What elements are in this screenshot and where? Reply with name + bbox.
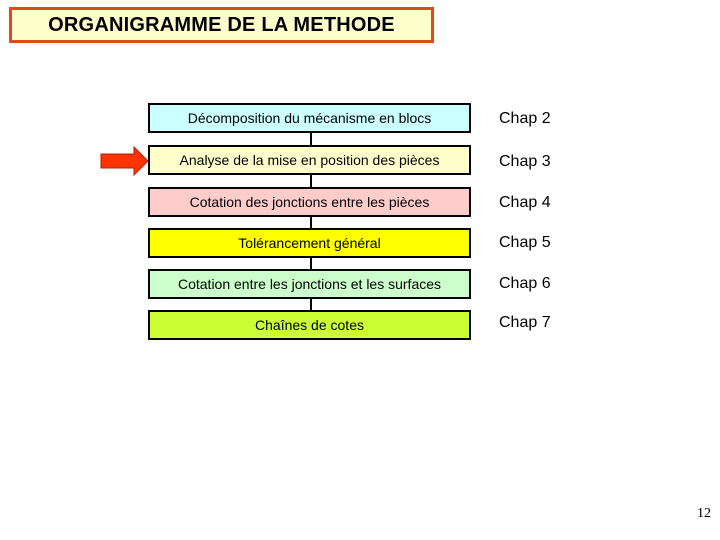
step-label: Cotation entre les jonctions et les surf… — [177, 276, 442, 292]
step-label: Tolérancement général — [238, 235, 381, 251]
chapter-label: Chap 6 — [499, 275, 551, 292]
connector-line — [310, 299, 312, 310]
connector-line — [310, 175, 312, 187]
chapter-label: Chap 5 — [499, 234, 551, 251]
step-box-decomposition: Décomposition du mécanisme en blocs — [148, 103, 471, 133]
page-number: 12 — [697, 506, 711, 521]
step-box-analyse: Analyse de la mise en position des pièce… — [148, 145, 471, 175]
step-box-cotation-jonctions: Cotation des jonctions entre les pièces — [148, 187, 471, 217]
step-label: Analyse de la mise en position des pièce… — [179, 152, 440, 168]
step-box-chaines-cotes: Chaînes de cotes — [148, 310, 471, 340]
step-label: Cotation des jonctions entre les pièces — [189, 194, 430, 210]
step-box-tolerancement: Tolérancement général — [148, 228, 471, 258]
chapter-label: Chap 4 — [499, 194, 551, 211]
connector-line — [310, 258, 312, 269]
chapter-label: Chap 3 — [499, 153, 551, 170]
step-label: Chaînes de cotes — [255, 317, 364, 333]
chapter-label: Chap 7 — [499, 314, 551, 331]
step-label: Décomposition du mécanisme en blocs — [187, 110, 432, 126]
chapter-label: Chap 2 — [499, 110, 551, 127]
connector-line — [310, 217, 312, 228]
step-box-cotation-surfaces: Cotation entre les jonctions et les surf… — [148, 269, 471, 299]
arrow-right-icon — [100, 146, 149, 176]
title-box: ORGANIGRAMME DE LA METHODE — [9, 7, 434, 43]
page-title: ORGANIGRAMME DE LA METHODE — [48, 13, 395, 36]
